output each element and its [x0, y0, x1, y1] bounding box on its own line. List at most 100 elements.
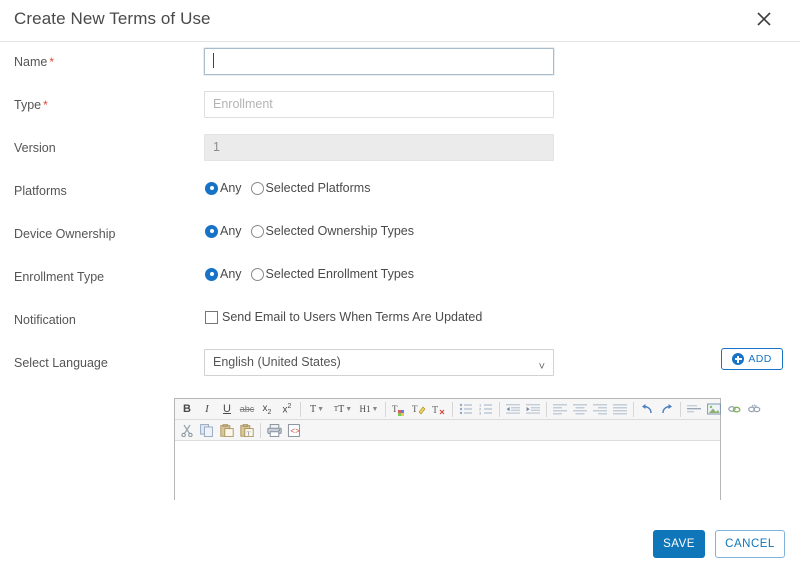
label-select-language: Select Language	[14, 356, 108, 370]
label-platforms-text: Platforms	[14, 184, 67, 198]
ordered-list-icon[interactable]: 123	[476, 400, 496, 419]
toolbar-separator	[680, 401, 681, 417]
heading-icon[interactable]: H1 ▼	[356, 400, 382, 419]
select-language-value: English (United States)	[213, 355, 341, 369]
label-select-language-text: Select Language	[14, 356, 108, 370]
toolbar-separator	[499, 401, 500, 417]
type-input[interactable]: Enrollment	[204, 91, 554, 118]
align-left-icon[interactable]	[550, 400, 570, 419]
radio-enrollment-type-any[interactable]: Any	[205, 267, 242, 281]
label-enrollment-type: Enrollment Type	[14, 270, 104, 284]
label-version-text: Version	[14, 141, 56, 155]
insert-link-icon[interactable]	[724, 400, 744, 419]
close-icon[interactable]	[750, 6, 778, 34]
redo-icon[interactable]	[657, 400, 677, 419]
toolbar-separator	[452, 401, 453, 417]
save-button[interactable]: SAVE	[653, 530, 705, 558]
radio-label: Selected Platforms	[265, 181, 371, 195]
svg-text:<>: <>	[290, 427, 300, 436]
insert-image-icon[interactable]	[704, 400, 724, 419]
align-right-icon[interactable]	[590, 400, 610, 419]
form-row-platforms: Platforms Any Selected Platforms	[0, 171, 800, 214]
radio-indicator	[250, 267, 264, 281]
label-type-text: Type	[14, 98, 42, 112]
toolbar-separator	[546, 401, 547, 417]
bold-icon[interactable]: B	[177, 400, 197, 419]
rich-text-editor: B I U abc x2 x2 T ▼ T T ▼ H1 ▼ T T T 1 2…	[174, 398, 761, 501]
editor-toolbar-row-1: B I U abc x2 x2 T ▼ T T ▼ H1 ▼ T T T 1 2…	[175, 399, 761, 420]
svg-text:T: T	[392, 404, 398, 414]
radio-enrollment-type-selected[interactable]: Selected Enrollment Types	[250, 267, 415, 281]
radio-platforms-selected[interactable]: Selected Platforms	[250, 181, 371, 195]
label-name: Name *	[14, 55, 54, 69]
align-justify-icon[interactable]	[610, 400, 630, 419]
radio-label: Selected Ownership Types	[265, 224, 415, 238]
superscript-icon[interactable]: x2	[277, 400, 297, 419]
copy-icon[interactable]	[197, 421, 217, 440]
notification-checkbox[interactable]: Send Email to Users When Terms Are Updat…	[205, 310, 482, 324]
radio-label: Any	[220, 224, 242, 238]
form-row-name: Name *	[0, 42, 800, 85]
radio-device-ownership-selected[interactable]: Selected Ownership Types	[250, 224, 415, 238]
label-name-text: Name	[14, 55, 48, 69]
italic-icon[interactable]: I	[197, 400, 217, 419]
svg-text:T: T	[432, 405, 438, 416]
label-enrollment-type-text: Enrollment Type	[14, 270, 105, 284]
align-center-icon[interactable]	[570, 400, 590, 419]
indent-icon[interactable]	[523, 400, 543, 419]
radio-platforms-any[interactable]: Any	[205, 181, 242, 195]
strikethrough-icon[interactable]: abc	[237, 400, 257, 419]
name-input[interactable]	[204, 48, 554, 75]
radio-indicator	[250, 181, 264, 195]
radio-label: Selected Enrollment Types	[265, 267, 415, 281]
underline-icon[interactable]: U	[217, 400, 237, 419]
unordered-list-icon[interactable]	[456, 400, 476, 419]
outdent-icon[interactable]	[503, 400, 523, 419]
toolbar-separator	[260, 422, 261, 438]
text-color-icon[interactable]: T	[389, 400, 409, 419]
font-size-icon[interactable]: T T ▼	[330, 400, 356, 419]
svg-text:T: T	[412, 404, 418, 414]
radio-device-ownership-any[interactable]: Any	[205, 224, 242, 238]
dialog-header: Create New Terms of Use	[0, 0, 800, 42]
label-platforms: Platforms	[14, 184, 67, 198]
cut-icon[interactable]	[177, 421, 197, 440]
cancel-button[interactable]: CANCEL	[715, 530, 785, 558]
remove-format-icon[interactable]: T	[429, 400, 449, 419]
insert-horizontal-rule-icon[interactable]	[684, 400, 704, 419]
undo-icon[interactable]	[637, 400, 657, 419]
select-language-dropdown[interactable]: English (United States) ˅	[204, 349, 554, 376]
label-device-ownership-text: Device Ownership	[14, 227, 116, 241]
radio-indicator	[205, 224, 218, 238]
font-name-icon[interactable]: T ▼	[304, 400, 330, 419]
device-ownership-radio-group: Any Selected Ownership Types	[205, 224, 418, 238]
page-title: Create New Terms of Use	[14, 9, 211, 28]
create-terms-of-use-dialog: Create New Terms of Use Name * Type * Enro…	[0, 0, 800, 573]
paste-as-text-icon[interactable]: T	[237, 421, 257, 440]
label-notification-text: Notification	[14, 313, 76, 327]
highlight-color-icon[interactable]: T	[409, 400, 429, 419]
label-device-ownership: Device Ownership	[14, 227, 115, 241]
unlink-icon[interactable]	[744, 400, 764, 419]
radio-indicator	[250, 224, 264, 238]
view-source-icon[interactable]: <>	[284, 421, 304, 440]
checkbox-label: Send Email to Users When Terms Are Updat…	[222, 310, 483, 324]
chevron-down-icon: ˅	[538, 361, 545, 373]
form-row-select-language: Select Language English (United States) …	[0, 343, 800, 386]
paste-icon[interactable]	[217, 421, 237, 440]
label-notification: Notification	[14, 313, 76, 327]
print-icon[interactable]	[264, 421, 284, 440]
radio-label: Any	[220, 181, 242, 195]
enrollment-type-radio-group: Any Selected Enrollment Types	[205, 267, 418, 281]
radio-label: Any	[220, 267, 242, 281]
label-type: Type *	[14, 98, 48, 112]
add-button[interactable]: ADD	[721, 348, 783, 370]
toolbar-separator	[633, 401, 634, 417]
toolbar-separator	[300, 401, 301, 417]
required-marker-type: *	[43, 98, 48, 112]
radio-indicator	[205, 267, 218, 281]
plus-circle-icon	[732, 353, 745, 365]
editor-content-area[interactable]	[175, 441, 720, 501]
checkbox-indicator	[205, 310, 218, 324]
subscript-icon[interactable]: x2	[257, 400, 277, 419]
